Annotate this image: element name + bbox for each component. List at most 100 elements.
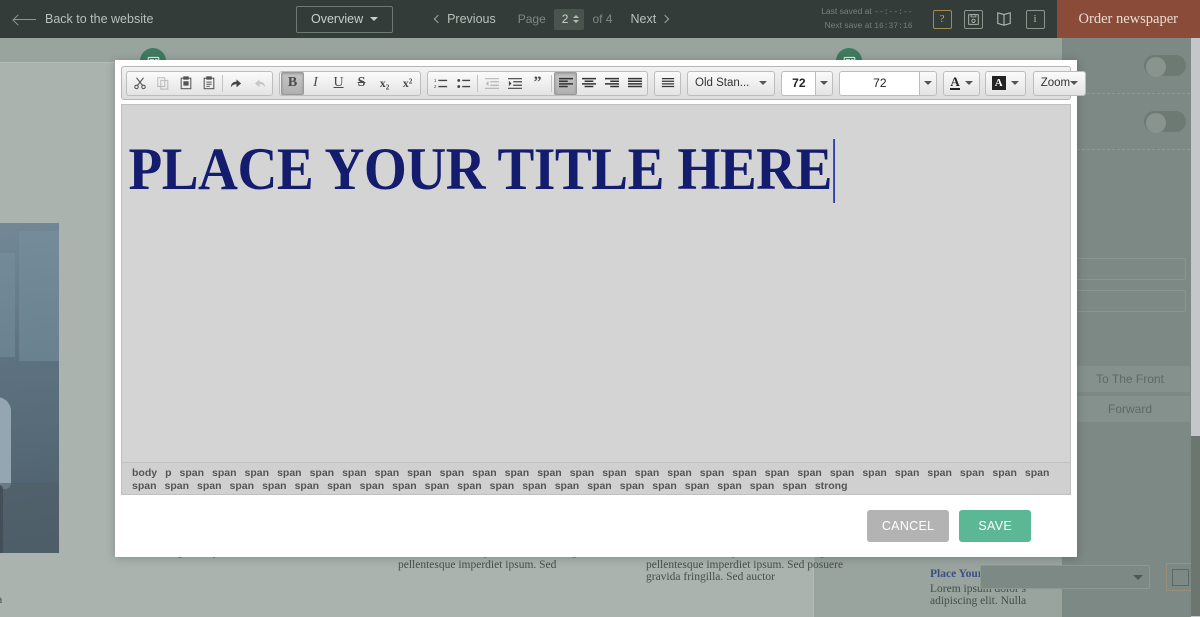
page-number-stepper[interactable]: 2 (554, 9, 585, 30)
color-swatch-button[interactable] (1166, 563, 1194, 591)
save-button[interactable]: SAVE (959, 510, 1031, 542)
outdent-icon[interactable] (480, 72, 503, 95)
element-path-item[interactable]: span (522, 480, 547, 493)
element-path-item[interactable]: span (927, 467, 952, 480)
stepper-arrows-icon[interactable] (573, 15, 579, 23)
paste-icon[interactable] (174, 72, 197, 95)
element-path-item[interactable]: span (425, 480, 450, 493)
copy-icon[interactable] (151, 72, 174, 95)
scrollbar-thumb[interactable] (1191, 436, 1200, 616)
sidebar-input-1[interactable] (1070, 258, 1186, 280)
element-path-item[interactable]: span (1025, 467, 1050, 480)
line-height-input[interactable]: 72 (839, 71, 919, 96)
save-button[interactable] (964, 10, 983, 29)
element-path-item[interactable]: span (960, 467, 985, 480)
element-path-item[interactable]: span (197, 480, 222, 493)
underline-icon[interactable]: U (327, 72, 350, 95)
element-path-item[interactable]: span (505, 467, 530, 480)
element-path-item[interactable]: span (392, 480, 417, 493)
blockquote-icon[interactable]: ” (526, 72, 549, 95)
strikethrough-icon[interactable]: S (350, 72, 373, 95)
element-path-item[interactable]: span (457, 480, 482, 493)
italic-icon[interactable]: I (304, 72, 327, 95)
element-path-item[interactable]: span (732, 467, 757, 480)
element-path-item[interactable]: span (310, 467, 335, 480)
sidebar-toggle-1[interactable] (1144, 55, 1186, 76)
element-path-item[interactable]: span (132, 480, 157, 493)
undo-icon[interactable] (225, 72, 248, 95)
element-path-item[interactable]: span (375, 467, 400, 480)
element-path-item[interactable]: span (472, 467, 497, 480)
justify-icon[interactable] (623, 72, 646, 95)
element-path-item[interactable]: span (602, 467, 627, 480)
element-path-item[interactable]: span (685, 480, 710, 493)
next-page-button[interactable]: Next (630, 12, 668, 26)
element-path-item[interactable]: span (652, 480, 677, 493)
element-path-item[interactable]: span (180, 467, 205, 480)
line-height-dropdown-button[interactable] (919, 71, 937, 96)
element-path-item[interactable]: body (132, 467, 157, 480)
font-size-input[interactable]: 72 (781, 71, 815, 96)
element-path-item[interactable]: span (342, 467, 367, 480)
bulleted-list-icon[interactable] (452, 72, 475, 95)
element-path-item[interactable]: span (440, 467, 465, 480)
forward-button[interactable]: Forward (1070, 396, 1190, 422)
element-path-item[interactable]: span (895, 467, 920, 480)
element-path-item[interactable]: span (212, 467, 237, 480)
line-height-icon[interactable] (656, 72, 679, 95)
element-path-item[interactable]: span (992, 467, 1017, 480)
element-path-item[interactable]: span (797, 467, 822, 480)
element-path-item[interactable]: span (555, 480, 580, 493)
superscript-icon[interactable]: x² (396, 72, 419, 95)
bold-icon[interactable]: B (281, 72, 304, 95)
element-path-item[interactable]: span (587, 480, 612, 493)
element-path-item[interactable]: span (537, 467, 562, 480)
page-scrollbar[interactable] (1191, 38, 1200, 617)
element-path-item[interactable]: span (700, 467, 725, 480)
indent-icon[interactable] (503, 72, 526, 95)
cancel-button[interactable]: CANCEL (867, 510, 950, 542)
cut-icon[interactable] (128, 72, 151, 95)
element-path-item[interactable]: strong (815, 480, 848, 493)
element-path-item[interactable]: span (490, 480, 515, 493)
align-center-icon[interactable] (577, 72, 600, 95)
editor-title-text[interactable]: PLACE YOUR TITLE HERE (122, 105, 835, 203)
font-size-dropdown-button[interactable] (815, 71, 833, 96)
to-the-front-button[interactable]: To The Front (1070, 366, 1190, 392)
sidebar-toggle-2[interactable] (1144, 111, 1186, 132)
element-path-item[interactable]: span (782, 480, 807, 493)
element-path-item[interactable]: span (830, 467, 855, 480)
background-color-button[interactable]: A (985, 71, 1026, 96)
sidebar-input-2[interactable] (1070, 290, 1186, 312)
help-button[interactable]: ? (933, 10, 952, 29)
newspaper-preview-button[interactable] (995, 10, 1014, 29)
previous-page-button[interactable]: Previous (435, 12, 496, 26)
element-path-item[interactable]: p (165, 467, 171, 480)
paste-text-icon[interactable] (197, 72, 220, 95)
subscript-icon[interactable]: x₂ (373, 72, 396, 95)
element-path-item[interactable]: span (620, 480, 645, 493)
back-to-website-link[interactable]: Back to the website (14, 12, 153, 26)
element-path-item[interactable]: span (862, 467, 887, 480)
element-path-item[interactable]: span (635, 467, 660, 480)
element-path-item[interactable]: span (277, 467, 302, 480)
element-path-item[interactable]: span (262, 480, 287, 493)
element-path-item[interactable]: span (230, 480, 255, 493)
order-newspaper-button[interactable]: Order newspaper (1057, 0, 1200, 38)
info-button[interactable]: i (1026, 10, 1045, 29)
text-color-button[interactable]: A (943, 71, 979, 96)
align-right-icon[interactable] (600, 72, 623, 95)
font-family-select[interactable]: Old Stan... (687, 71, 775, 96)
element-path-item[interactable]: span (295, 480, 320, 493)
sidebar-select[interactable] (980, 565, 1150, 589)
numbered-list-icon[interactable]: 1 2 (429, 72, 452, 95)
redo-icon[interactable] (248, 72, 271, 95)
rich-text-editor-area[interactable]: PLACE YOUR TITLE HERE (121, 104, 1071, 463)
element-path-item[interactable]: span (667, 467, 692, 480)
zoom-select[interactable]: Zoom (1033, 71, 1086, 96)
element-path-item[interactable]: span (327, 480, 352, 493)
element-path-item[interactable]: span (717, 480, 742, 493)
overview-button[interactable]: Overview (296, 6, 393, 33)
element-path-item[interactable]: span (165, 480, 190, 493)
element-path-item[interactable]: span (750, 480, 775, 493)
